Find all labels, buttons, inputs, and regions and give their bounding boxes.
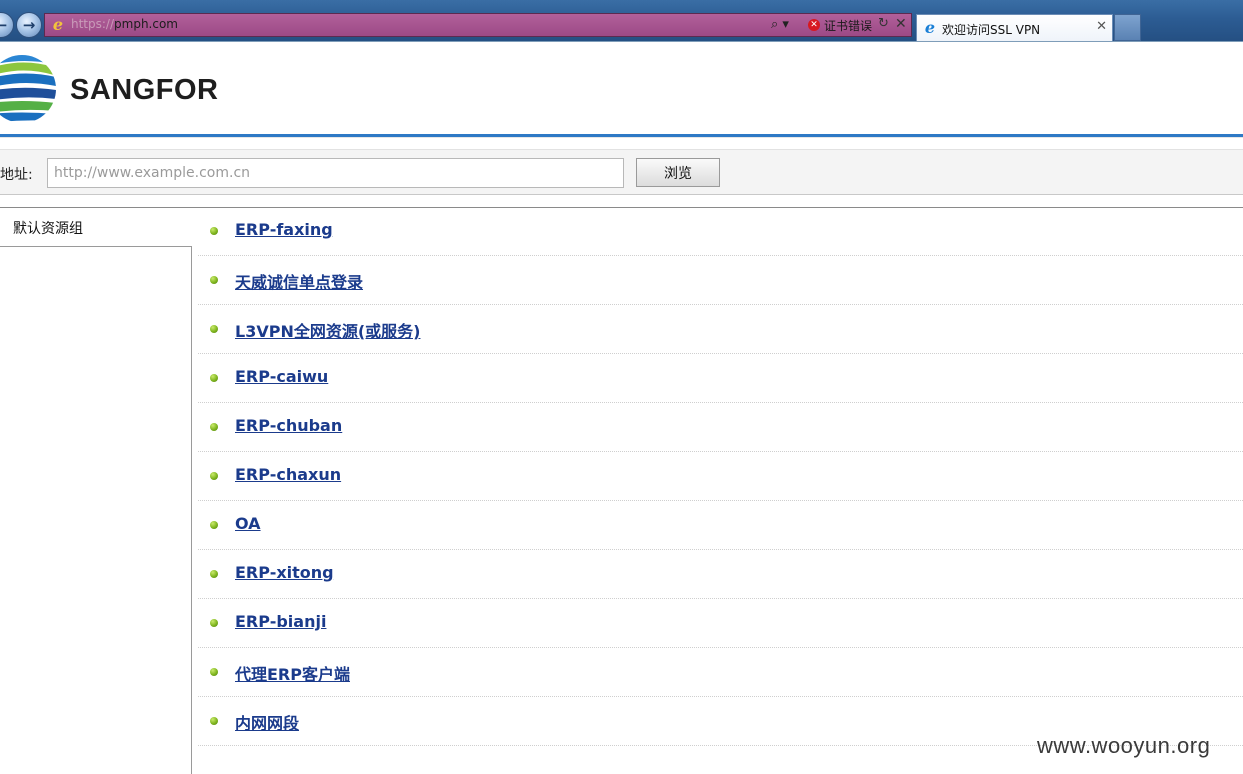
brand-name: SANGFOR xyxy=(70,74,219,106)
ie-tab-icon: e xyxy=(924,18,936,37)
bullet-icon xyxy=(210,717,218,725)
header-divider-shadow xyxy=(0,137,1243,138)
forward-arrow-icon: → xyxy=(22,16,36,34)
new-tab-button[interactable] xyxy=(1114,14,1141,41)
sangfor-logo-icon xyxy=(0,55,56,123)
resource-link-oa[interactable]: OA xyxy=(235,514,261,533)
url-scheme: https:// xyxy=(71,17,115,31)
resource-link-erp-proxy-client[interactable]: 代理ERP客户端 xyxy=(235,661,350,685)
list-item: ERP-faxing xyxy=(198,208,1243,256)
url-host: pmph.com xyxy=(114,17,178,31)
resource-link-l3vpn[interactable]: L3VPN全网资源(或服务) xyxy=(235,318,420,342)
watermark: www.wooyun.org xyxy=(1037,733,1211,758)
refresh-icon[interactable]: ↻ xyxy=(878,16,889,31)
address-label: 地址: xyxy=(0,167,33,183)
list-item: OA xyxy=(198,502,1243,550)
cert-error-icon: ✕ xyxy=(808,19,820,31)
back-button[interactable]: ← xyxy=(0,12,14,38)
list-item: ERP-chaxun xyxy=(198,453,1243,501)
resource-link-erp-faxing[interactable]: ERP-faxing xyxy=(235,220,333,239)
list-item: 代理ERP客户端 xyxy=(198,649,1243,697)
list-item: ERP-caiwu xyxy=(198,355,1243,403)
list-item: ERP-bianji xyxy=(198,600,1243,648)
url-text: https://pmph.com xyxy=(71,17,208,31)
tab-close-icon[interactable]: ✕ xyxy=(1096,19,1107,34)
tab-ssl-vpn[interactable]: e 欢迎访问SSL VPN ✕ xyxy=(916,14,1113,42)
bullet-icon xyxy=(210,374,218,382)
bullet-icon xyxy=(210,521,218,529)
list-item: L3VPN全网资源(或服务) xyxy=(198,306,1243,354)
search-dropdown-icon[interactable]: ⌕ ▾ xyxy=(771,17,789,33)
bullet-icon xyxy=(210,619,218,627)
bullet-icon xyxy=(210,276,218,284)
address-input[interactable] xyxy=(47,158,624,188)
tab-title: 欢迎访问SSL VPN xyxy=(942,23,1041,37)
resource-link-intranet-segment[interactable]: 内网网段 xyxy=(235,710,299,734)
sidebar-item-default-group[interactable]: 默认资源组 xyxy=(0,208,192,247)
resource-link-sso[interactable]: 天威诚信单点登录 xyxy=(235,269,363,293)
bullet-icon xyxy=(210,423,218,431)
resource-link-erp-caiwu[interactable]: ERP-caiwu xyxy=(235,367,328,386)
resource-group-sidebar: 默认资源组 xyxy=(0,208,192,774)
list-item: ERP-chuban xyxy=(198,404,1243,452)
bullet-icon xyxy=(210,570,218,578)
resource-link-erp-xitong[interactable]: ERP-xitong xyxy=(235,563,334,582)
resource-link-erp-bianji[interactable]: ERP-bianji xyxy=(235,612,326,631)
chrome-divider xyxy=(0,41,1243,42)
bullet-icon xyxy=(210,325,218,333)
bullet-icon xyxy=(210,472,218,480)
cert-error-label[interactable]: 证书错误 xyxy=(824,17,872,34)
browse-button[interactable]: 浏览 xyxy=(636,158,720,187)
browser-toolbar: ← → e https://pmph.com ⌕ ▾ ✕ 证书错误 ↻ ✕ e … xyxy=(0,0,1243,42)
ie-page-icon: e xyxy=(52,15,64,34)
resource-link-erp-chaxun[interactable]: ERP-chaxun xyxy=(235,465,341,484)
back-arrow-icon: ← xyxy=(0,16,8,34)
resource-link-erp-chuban[interactable]: ERP-chuban xyxy=(235,416,342,435)
stop-icon[interactable]: ✕ xyxy=(895,16,907,32)
bullet-icon xyxy=(210,227,218,235)
forward-button[interactable]: → xyxy=(16,12,42,38)
resource-list: ERP-faxing 天威诚信单点登录 L3VPN全网资源(或服务) ERP-c… xyxy=(198,208,1243,747)
url-browse-bar: 地址: 浏览 xyxy=(0,149,1243,195)
list-item: 天威诚信单点登录 xyxy=(198,257,1243,305)
address-bar[interactable]: e https://pmph.com ⌕ ▾ ✕ 证书错误 ↻ ✕ xyxy=(44,13,912,37)
list-item: ERP-xitong xyxy=(198,551,1243,599)
bullet-icon xyxy=(210,668,218,676)
